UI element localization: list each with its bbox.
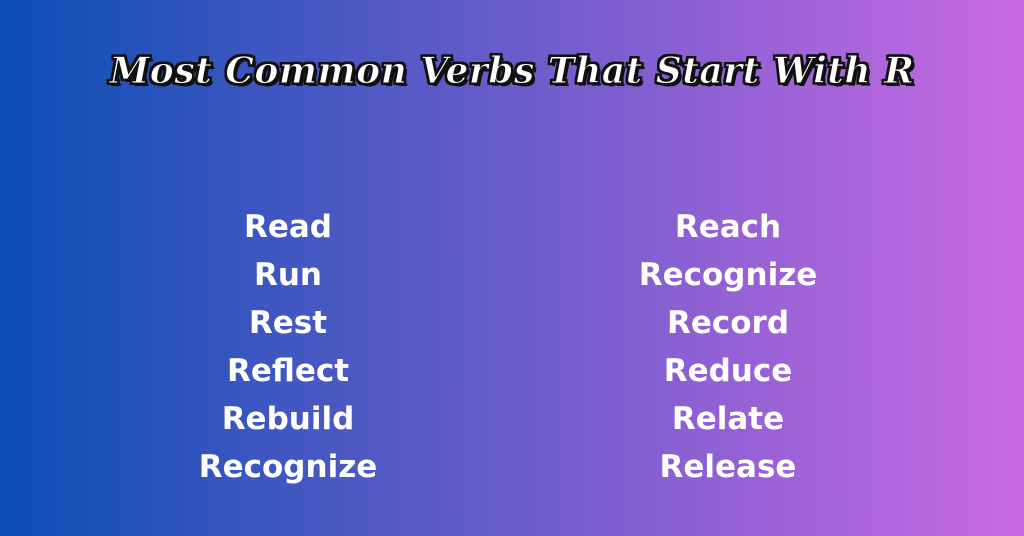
verb-item: Relate bbox=[671, 401, 785, 437]
verb-item: Recognize bbox=[638, 257, 818, 293]
verb-item: Rebuild bbox=[221, 401, 355, 437]
verb-item: Rest bbox=[248, 305, 328, 341]
verb-item: Recognize bbox=[198, 449, 378, 485]
verb-item: Release bbox=[659, 449, 797, 485]
verb-item: Run bbox=[253, 257, 322, 293]
verb-column-left: Read Run Rest Reflect Rebuild Recognize bbox=[138, 203, 438, 491]
verb-item: Read bbox=[243, 209, 332, 245]
verb-column-right: Reach Recognize Record Reduce Relate Rel… bbox=[578, 203, 878, 491]
verb-item: Record bbox=[666, 305, 790, 341]
verb-item: Reflect bbox=[226, 353, 350, 389]
verb-item: Reach bbox=[674, 209, 782, 245]
page-title: Most Common Verbs That Start With R bbox=[109, 50, 915, 93]
verb-item: Reduce bbox=[663, 353, 793, 389]
infographic-canvas: Most Common Verbs That Start With R Read… bbox=[0, 0, 1024, 536]
